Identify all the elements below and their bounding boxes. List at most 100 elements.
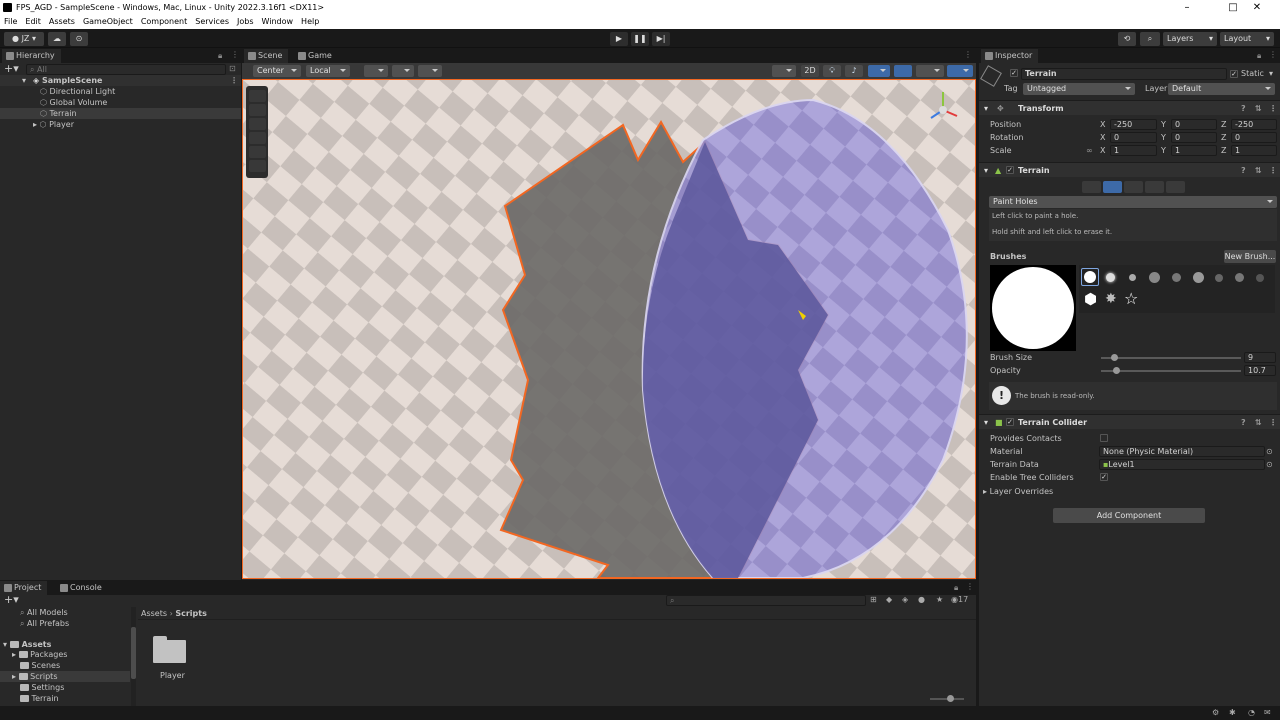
- scale-tool-icon[interactable]: [249, 132, 266, 144]
- create-asset-button[interactable]: +▾: [4, 593, 19, 606]
- folder-terrain[interactable]: Terrain: [20, 693, 59, 704]
- search-filter-icon[interactable]: ⊞: [870, 595, 877, 604]
- scene-menu-icon[interactable]: ⋮: [230, 75, 238, 86]
- presets-icon[interactable]: ⇅: [1255, 163, 1262, 178]
- paint-trees-icon[interactable]: [1124, 181, 1143, 193]
- menu-gameobject[interactable]: GameObject: [79, 15, 137, 29]
- breadcrumb-scripts[interactable]: Scripts: [175, 609, 207, 618]
- favorite-all-models[interactable]: ⌕ All Models: [20, 607, 68, 618]
- filter-icon[interactable]: ⊡: [229, 64, 236, 73]
- hierarchy-item[interactable]: ▸ ⬡ Player: [0, 119, 241, 130]
- tab-console[interactable]: Console: [56, 581, 108, 595]
- info-filter-icon[interactable]: ●: [918, 595, 925, 604]
- slider-knob[interactable]: [947, 695, 954, 702]
- tab-scene[interactable]: Scene: [244, 49, 289, 63]
- kebab-menu-icon[interactable]: ⋮: [231, 50, 239, 59]
- link-icon[interactable]: ∞: [1086, 145, 1093, 156]
- folder-scenes[interactable]: Scenes: [20, 660, 60, 671]
- lock-icon[interactable]: 🔒︎: [954, 583, 958, 593]
- component-menu-icon[interactable]: ⋮: [1269, 101, 1277, 116]
- scene-row[interactable]: ◈ SampleScene ▾ ⋮: [0, 75, 241, 86]
- layer-dropdown[interactable]: Default: [1168, 83, 1275, 95]
- hand-tool-icon[interactable]: [249, 90, 266, 102]
- position-y-field[interactable]: 0: [1171, 119, 1217, 130]
- help-icon[interactable]: ?: [1241, 415, 1246, 430]
- pivot-dropdown[interactable]: Center: [253, 65, 301, 77]
- tree-scrollbar[interactable]: [131, 607, 136, 706]
- object-name-field[interactable]: Terrain: [1021, 68, 1227, 80]
- presets-icon[interactable]: ⇅: [1255, 415, 1262, 430]
- collider-enabled-checkbox[interactable]: ✓: [1006, 418, 1014, 426]
- close-button[interactable]: ✕: [1234, 0, 1280, 15]
- add-object-button[interactable]: +▾: [4, 62, 19, 75]
- scale-y-field[interactable]: 1: [1171, 145, 1217, 156]
- static-dropdown-icon[interactable]: ▾: [1269, 68, 1273, 79]
- static-checkbox[interactable]: ✓: [1230, 70, 1238, 78]
- paint-terrain-icon[interactable]: [1103, 181, 1122, 193]
- rotation-x-field[interactable]: 0: [1110, 132, 1157, 143]
- menu-file[interactable]: File: [0, 15, 21, 29]
- tab-hierarchy[interactable]: Hierarchy: [2, 49, 61, 63]
- minimize-button[interactable]: –: [1164, 0, 1210, 15]
- new-brush-button[interactable]: New Brush...: [1224, 250, 1276, 263]
- add-component-button[interactable]: Add Component: [1053, 508, 1205, 523]
- collab-icon[interactable]: ⊙: [70, 32, 88, 46]
- slider-knob[interactable]: [1112, 367, 1120, 374]
- brush-burst-icon[interactable]: ✸: [1105, 292, 1117, 307]
- step-button[interactable]: ▶|: [652, 32, 670, 46]
- active-checkbox[interactable]: ✓: [1010, 69, 1018, 77]
- account-button[interactable]: ● JZ ▾: [4, 32, 44, 46]
- brush-hexagon-icon[interactable]: ⬢: [1084, 292, 1097, 307]
- menu-assets[interactable]: Assets: [45, 15, 79, 29]
- ruler-icon[interactable]: [418, 65, 442, 77]
- provides-contacts-checkbox[interactable]: [1100, 434, 1108, 442]
- type-filter-icon[interactable]: ◆: [886, 595, 892, 604]
- debug-icon[interactable]: ⚙: [1212, 708, 1219, 717]
- presets-icon[interactable]: ⇅: [1255, 101, 1262, 116]
- hidden-packages-toggle[interactable]: ◉17: [951, 595, 968, 604]
- brush-cloud-icon[interactable]: [1149, 272, 1160, 283]
- hierarchy-item-selected[interactable]: ⬡ Terrain: [0, 108, 241, 119]
- terrain-header[interactable]: ▾ ▲ ✓ Terrain ? ⇅ ⋮: [979, 162, 1280, 177]
- orientation-gizmo-icon[interactable]: [923, 88, 963, 132]
- brush-speck-icon[interactable]: [1256, 274, 1264, 282]
- brush-star-icon[interactable]: ☆: [1124, 291, 1138, 307]
- icon-size-slider[interactable]: [930, 695, 964, 702]
- paint-details-icon[interactable]: [1145, 181, 1164, 193]
- draw-mode-dropdown[interactable]: [772, 65, 796, 77]
- paint-tool-dropdown[interactable]: Paint Holes: [989, 196, 1277, 208]
- lighting-icon[interactable]: 💡︎: [823, 65, 841, 77]
- scale-x-field[interactable]: 1: [1110, 145, 1157, 156]
- terrain-settings-icon[interactable]: [1166, 181, 1185, 193]
- tab-inspector[interactable]: Inspector: [981, 49, 1039, 63]
- menu-edit[interactable]: Edit: [21, 15, 45, 29]
- slider-knob[interactable]: [1110, 354, 1118, 361]
- kebab-menu-icon[interactable]: ⋮: [966, 582, 974, 591]
- brush-soft-icon[interactable]: [1106, 273, 1115, 282]
- hierarchy-search-input[interactable]: ⌕ All: [26, 64, 226, 75]
- help-icon[interactable]: ?: [1241, 163, 1246, 178]
- favorite-icon[interactable]: ★: [936, 595, 943, 604]
- menu-help[interactable]: Help: [297, 15, 323, 29]
- position-z-field[interactable]: -250: [1231, 119, 1277, 130]
- hidden-objects-icon[interactable]: [894, 65, 912, 77]
- terrain-data-field[interactable]: ▪Level1: [1099, 459, 1265, 470]
- folder-scripts[interactable]: ▸ Scripts: [0, 671, 130, 682]
- layers-dropdown[interactable]: Layers ▾: [1163, 32, 1217, 46]
- effects-dropdown[interactable]: [868, 65, 890, 77]
- component-menu-icon[interactable]: ⋮: [1269, 163, 1277, 178]
- rotation-y-field[interactable]: 0: [1171, 132, 1217, 143]
- label-filter-icon[interactable]: ◈: [902, 595, 908, 604]
- kebab-menu-icon[interactable]: ⋮: [1269, 50, 1277, 59]
- terrain-enabled-checkbox[interactable]: ✓: [1006, 166, 1014, 174]
- menu-jobs[interactable]: Jobs: [233, 15, 258, 29]
- bug-icon[interactable]: ✱: [1229, 708, 1236, 717]
- breadcrumb-assets[interactable]: Assets: [141, 609, 167, 618]
- tag-dropdown[interactable]: Untagged: [1023, 83, 1135, 95]
- terrain-collider-header[interactable]: ▾ ■ ✓ Terrain Collider ? ⇅ ⋮: [979, 414, 1280, 429]
- brush-splat-icon[interactable]: [1172, 273, 1181, 282]
- expand-arrow-icon[interactable]: ▾: [22, 75, 26, 86]
- position-x-field[interactable]: -250: [1110, 119, 1157, 130]
- gizmos-dropdown[interactable]: [947, 65, 973, 77]
- brush-selected[interactable]: [1081, 268, 1099, 286]
